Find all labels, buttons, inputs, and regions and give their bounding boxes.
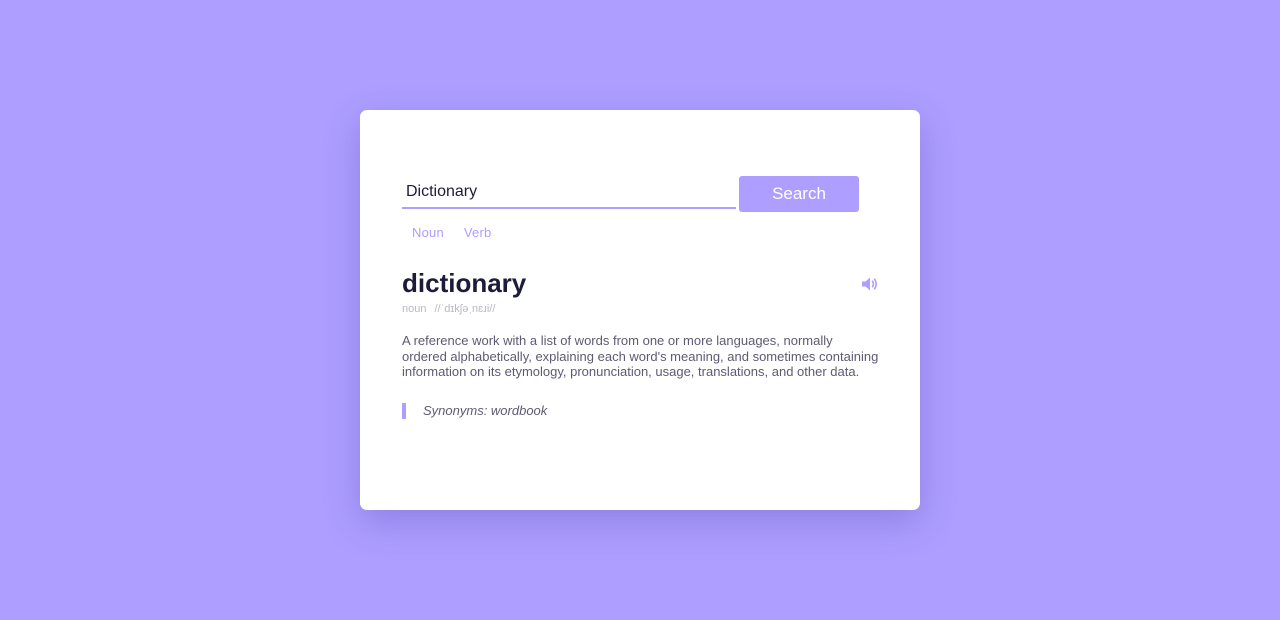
pronunciation: //ˈdɪkʃəˌnɛɹi// <box>434 303 496 315</box>
search-input[interactable] <box>402 176 736 209</box>
speaker-volume-icon[interactable] <box>860 274 880 294</box>
dictionary-card: Search Noun Verb dictionary noun //ˈdɪkʃə… <box>360 110 920 510</box>
search-button[interactable]: Search <box>739 176 859 212</box>
entry-word: dictionary <box>402 268 527 298</box>
synonyms-quote: Synonyms: wordbook <box>402 403 547 419</box>
search-bar: Search <box>402 176 860 212</box>
tab-verb[interactable]: Verb <box>464 225 492 240</box>
synonyms-text: Synonyms: wordbook <box>423 403 548 418</box>
part-of-speech-label: noun <box>402 303 427 315</box>
definition-text: A reference work with a list of words fr… <box>402 333 879 379</box>
entry-meta: noun //ˈdɪkʃəˌnɛɹi// <box>402 303 495 315</box>
tab-noun[interactable]: Noun <box>412 225 444 240</box>
part-of-speech-tabs: Noun Verb <box>412 225 491 240</box>
